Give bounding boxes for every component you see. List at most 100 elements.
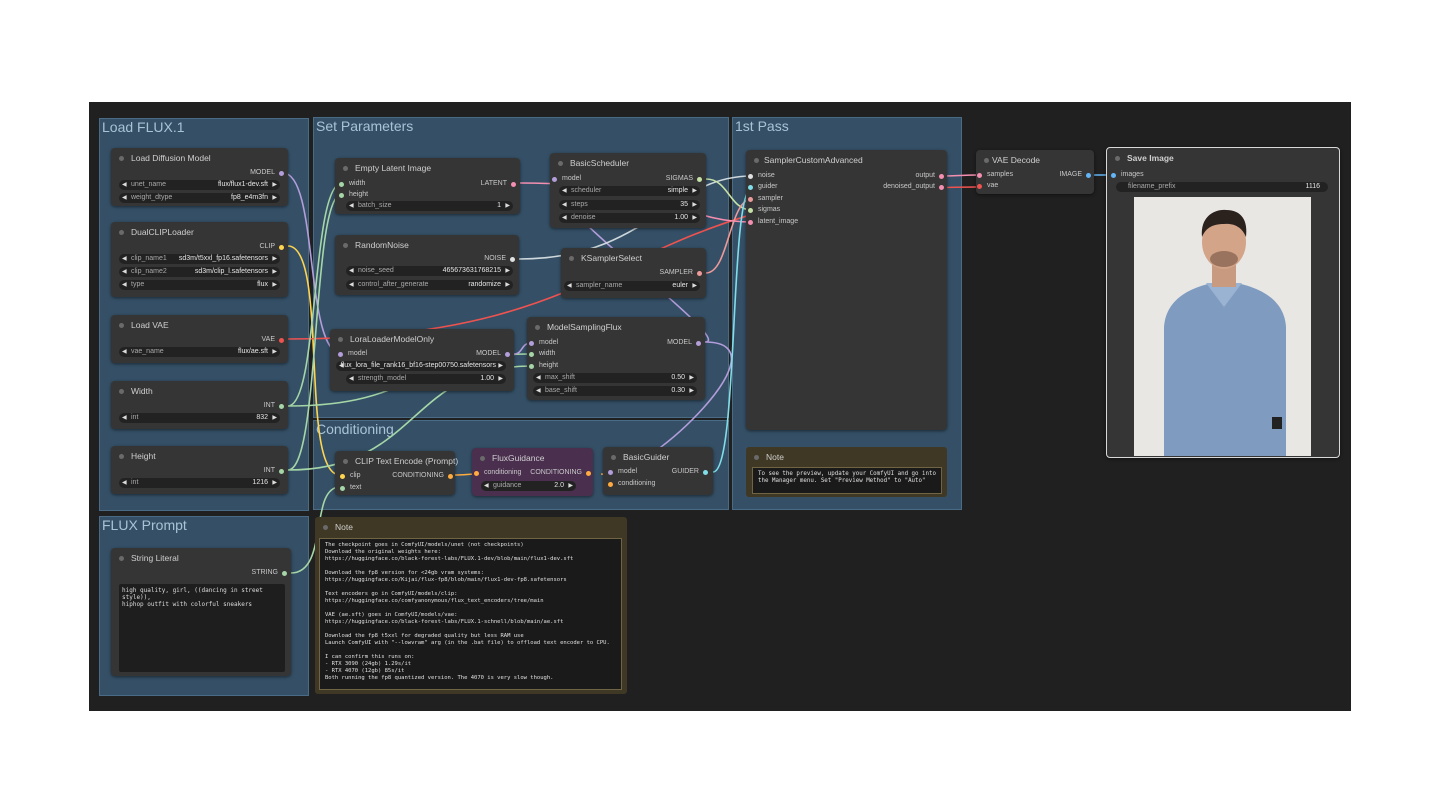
- arrow-right-icon[interactable]: ▶: [689, 386, 694, 396]
- node-collapse-dot[interactable]: [754, 158, 759, 163]
- output-output[interactable]: output: [916, 172, 945, 179]
- arrow-right-icon[interactable]: ▶: [272, 413, 277, 423]
- node-collapse-dot[interactable]: [119, 556, 124, 561]
- node-empty-latent-image[interactable]: Empty Latent Image width height LATENT ◀…: [335, 158, 520, 214]
- filename-prefix-input[interactable]: filename_prefix 1116: [1116, 182, 1328, 192]
- input-conditioning[interactable]: conditioning: [473, 469, 521, 476]
- arrow-right-icon[interactable]: ▶: [272, 193, 277, 203]
- output-vae[interactable]: VAE: [262, 336, 284, 343]
- arrow-left-icon[interactable]: ◀: [122, 254, 127, 264]
- output-model[interactable]: MODEL: [667, 339, 701, 346]
- node-load-vae[interactable]: Load VAE VAE ◀ vae_name flux/ae.sft ▶: [111, 315, 288, 363]
- node-clip-text-encode[interactable]: CLIP Text Encode (Prompt) clip text COND…: [335, 451, 458, 495]
- image-preview[interactable]: [1134, 197, 1311, 456]
- node-collapse-dot[interactable]: [119, 323, 124, 328]
- input-width[interactable]: width: [338, 180, 365, 187]
- height-int-input[interactable]: ◀ int 1216 ▶: [119, 478, 280, 488]
- clip-name1-select[interactable]: ◀ clip_name1 sd3m/t5xxl_fp16.safetensors…: [119, 254, 280, 264]
- arrow-left-icon[interactable]: ◀: [349, 266, 354, 276]
- output-latent[interactable]: LATENT: [481, 180, 517, 187]
- strength-model-input[interactable]: ◀ strength_model 1.00 ▶: [346, 374, 506, 384]
- arrow-right-icon[interactable]: ▶: [272, 180, 277, 190]
- node-collapse-dot[interactable]: [119, 454, 124, 459]
- node-graph-canvas[interactable]: Load FLUX.1 Set Parameters 1st Pass Cond…: [89, 102, 1351, 711]
- output-int[interactable]: INT: [264, 402, 285, 409]
- arrow-right-icon[interactable]: ▶: [498, 361, 503, 371]
- output-image[interactable]: IMAGE: [1059, 171, 1091, 178]
- node-load-diffusion-model[interactable]: Load Diffusion Model MODEL ◀ unet_name f…: [111, 148, 288, 206]
- input-model[interactable]: model: [528, 339, 558, 346]
- arrow-left-icon[interactable]: ◀: [122, 478, 127, 488]
- node-flux-guidance[interactable]: FluxGuidance conditioning CONDITIONING ◀…: [472, 448, 593, 496]
- output-guider[interactable]: GUIDER: [672, 468, 709, 475]
- arrow-left-icon[interactable]: ◀: [122, 413, 127, 423]
- node-collapse-dot[interactable]: [569, 256, 574, 261]
- input-latent-image[interactable]: latent_image: [747, 218, 798, 225]
- node-string-literal[interactable]: String Literal STRING high quality, girl…: [111, 548, 291, 676]
- arrow-left-icon[interactable]: ◀: [562, 213, 567, 223]
- arrow-left-icon[interactable]: ◀: [562, 186, 567, 196]
- clip-name2-select[interactable]: ◀ clip_name2 sd3m/clip_l.safetensors ▶: [119, 267, 280, 277]
- denoise-input[interactable]: ◀ denoise 1.00 ▶: [559, 213, 700, 223]
- arrow-right-icon[interactable]: ▶: [272, 254, 277, 264]
- node-note-preview[interactable]: Note To see the preview, update your Com…: [746, 447, 947, 497]
- input-images[interactable]: images: [1111, 171, 1144, 178]
- output-clip[interactable]: CLIP: [259, 243, 284, 250]
- arrow-right-icon[interactable]: ▶: [272, 347, 277, 357]
- arrow-right-icon[interactable]: ▶: [692, 213, 697, 223]
- arrow-left-icon[interactable]: ◀: [536, 386, 541, 396]
- arrow-right-icon[interactable]: ▶: [692, 200, 697, 210]
- arrow-right-icon[interactable]: ▶: [505, 201, 510, 211]
- control-after-generate-select[interactable]: ◀ control_after_generate randomize ▶: [346, 280, 513, 290]
- input-sigmas[interactable]: sigmas: [747, 206, 780, 213]
- input-vae[interactable]: vae: [976, 182, 998, 189]
- noise-seed-input[interactable]: ◀ noise_seed 465673631768215 ▶: [346, 266, 513, 276]
- input-noise[interactable]: noise: [748, 172, 775, 179]
- node-collapse-dot[interactable]: [119, 389, 124, 394]
- sampler-name-select[interactable]: ◀ sampler_name euler ▶: [564, 281, 700, 291]
- node-collapse-dot[interactable]: [343, 166, 348, 171]
- node-collapse-dot[interactable]: [558, 161, 563, 166]
- arrow-right-icon[interactable]: ▶: [505, 266, 510, 276]
- input-height[interactable]: height: [528, 362, 558, 369]
- node-vae-decode[interactable]: VAE Decode samples vae IMAGE: [976, 150, 1094, 194]
- output-denoised[interactable]: denoised_output: [883, 183, 944, 190]
- batch-size-input[interactable]: ◀ batch_size 1 ▶: [346, 201, 513, 211]
- arrow-right-icon[interactable]: ▶: [272, 280, 277, 290]
- arrow-left-icon[interactable]: ◀: [567, 281, 572, 291]
- input-height[interactable]: height: [338, 191, 368, 198]
- clip-type-select[interactable]: ◀ type flux ▶: [119, 280, 280, 290]
- node-lora-loader-model-only[interactable]: LoraLoaderModelOnly model MODEL ◀ flux_l…: [330, 329, 514, 391]
- input-model[interactable]: model: [551, 175, 581, 182]
- node-dual-clip-loader[interactable]: DualCLIPLoader CLIP ◀ clip_name1 sd3m/t5…: [111, 222, 288, 297]
- node-collapse-dot[interactable]: [323, 525, 328, 530]
- arrow-left-icon[interactable]: ◀: [122, 280, 127, 290]
- input-model[interactable]: model: [607, 468, 637, 475]
- arrow-left-icon[interactable]: ◀: [562, 200, 567, 210]
- output-string[interactable]: STRING: [252, 569, 288, 576]
- steps-input[interactable]: ◀ steps 35 ▶: [559, 200, 700, 210]
- output-model[interactable]: MODEL: [476, 350, 510, 357]
- node-collapse-dot[interactable]: [984, 158, 989, 163]
- arrow-left-icon[interactable]: ◀: [122, 267, 127, 277]
- max-shift-input[interactable]: ◀ max_shift 0.50 ▶: [533, 373, 697, 383]
- node-collapse-dot[interactable]: [338, 337, 343, 342]
- output-model[interactable]: MODEL: [250, 169, 284, 176]
- guidance-input[interactable]: ◀ guidance 2.0 ▶: [481, 481, 576, 491]
- node-model-sampling-flux[interactable]: ModelSamplingFlux model width height MOD…: [527, 317, 705, 400]
- input-conditioning[interactable]: conditioning: [607, 480, 655, 487]
- arrow-left-icon[interactable]: ◀: [349, 201, 354, 211]
- input-text[interactable]: text: [339, 484, 361, 491]
- output-sampler[interactable]: SAMPLER: [660, 269, 703, 276]
- arrow-left-icon[interactable]: ◀: [122, 180, 127, 190]
- scheduler-select[interactable]: ◀ scheduler simple ▶: [559, 186, 700, 196]
- node-ksampler-select[interactable]: KSamplerSelect SAMPLER ◀ sampler_name eu…: [561, 248, 706, 298]
- node-collapse-dot[interactable]: [535, 325, 540, 330]
- node-height[interactable]: Height INT ◀ int 1216 ▶: [111, 446, 288, 494]
- arrow-right-icon[interactable]: ▶: [692, 281, 697, 291]
- arrow-left-icon[interactable]: ◀: [349, 374, 354, 384]
- arrow-right-icon[interactable]: ▶: [689, 373, 694, 383]
- node-collapse-dot[interactable]: [611, 455, 616, 460]
- input-samples[interactable]: samples: [976, 171, 1013, 178]
- node-collapse-dot[interactable]: [1115, 156, 1120, 161]
